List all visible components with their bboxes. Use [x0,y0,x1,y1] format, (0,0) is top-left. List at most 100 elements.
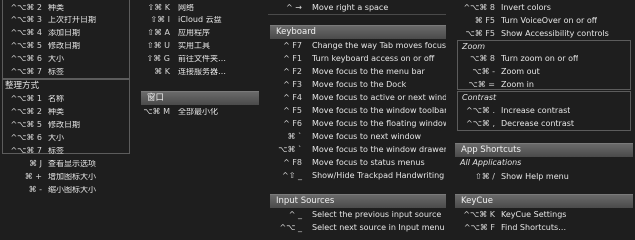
shortcut-label: Change the way Tab moves focus [312,41,446,50]
shortcut-label: 增加图标大小 [48,172,96,181]
shortcut-row[interactable]: ⇧⌘ I iCloud 云盘 [136,13,261,26]
window-section-header: 窗口 [141,91,259,105]
shortcut-label: Move focus to the floating window [312,119,446,128]
shortcut-row[interactable]: ^⌥⌘ 2 种类 [0,105,130,118]
shortcut-label: 缩小图标大小 [48,185,96,194]
shortcut-label: Select the previous input source [312,210,442,219]
shortcut-label: Show/Hide Trackpad Handwriting [312,171,445,180]
shortcut-keys: ^⌥⌘ 1 [10,93,42,103]
shortcut-row[interactable]: ^⌥⌘ 4 添加日期 [0,26,130,39]
shortcut-row[interactable]: ^ F1 Turn keyboard access on or off [268,52,448,65]
shortcut-row[interactable]: ⌘ ` Move focus to next window [268,130,448,143]
shortcut-keys: ^ F6 [283,118,302,128]
shortcut-row[interactable]: ^ F8 Move focus to status menus [268,156,448,169]
shortcut-label: Select next source in Input menu [312,223,445,232]
shortcut-row[interactable]: ^⌥⌘ , Decrease contrast [455,117,633,130]
shortcut-label: Zoom in [501,80,534,89]
shortcut-row[interactable]: ⇧⌘ G 前往文件夹… [136,52,261,65]
shortcut-row[interactable]: ^ → Move right a space [268,1,448,14]
shortcut-row[interactable]: ^⌥⌘ . Increase contrast [455,104,633,117]
shortcut-row[interactable]: ⇧⌘ A 应用程序 [136,26,261,39]
shortcut-keys: ^⌥⌘ 5 [10,119,42,129]
shortcut-row[interactable]: ⌥⌘ - Zoom out [455,65,633,78]
shortcut-keys: ⇧⌘ / [475,171,495,181]
shortcut-keys: ^⌥⌘ K [463,209,495,219]
shortcut-row[interactable]: ^⌥ _ Select next source in Input menu [268,221,448,234]
shortcut-row[interactable]: ⇧⌘ U 实用工具 [136,39,261,52]
shortcut-label: 实用工具 [178,41,210,50]
shortcut-row[interactable]: ⌥⌘ 8 Turn zoom on or off [455,52,633,65]
shortcut-keys: ^⌥ _ [279,222,302,232]
shortcut-row[interactable]: ^⌥⌘ 5 修改日期 [0,39,130,52]
shortcut-row[interactable]: ^ F5 Move focus to the window toolbar [268,104,448,117]
shortcut-row[interactable]: ⌘ F5 Turn VoiceOver on or off [455,14,633,27]
shortcut-row[interactable]: ⌘ J 查看显示选项 [0,157,130,170]
shortcut-keys: ⇧⌘ A [147,27,170,37]
shortcut-keys: ⌘ J [29,158,42,168]
shortcut-row[interactable]: ^⌥⌘ F Find Shortcuts… [455,221,633,234]
shortcut-keys: ⌘ F5 [474,15,495,25]
shortcut-keys: ⌥⌘ - [472,66,495,76]
shortcut-row[interactable]: ⌘ - 缩小图标大小 [0,183,130,196]
shortcut-row[interactable]: ^⌥⌘ 7 标签 [0,144,130,157]
shortcut-keys: ^⌥⌘ F [463,222,495,232]
shortcut-keys: ^ F1 [283,53,302,63]
shortcut-row[interactable]: ^ F6 Move focus to the floating window [268,117,448,130]
shortcut-row[interactable]: ^⌥⌘ 3 上次打开日期 [0,13,130,26]
shortcut-keys: ^⌥⌘ 4 [10,27,42,37]
shortcut-row[interactable]: ⌘ K 连接服务器… [136,65,261,78]
shortcut-row[interactable]: ^⌥⌘ 8 Invert colors [455,1,633,14]
shortcut-label: Move right a space [312,3,389,12]
keyboard-section-header: Keyboard [270,25,446,39]
app-shortcuts-section-header: App Shortcuts [455,143,633,157]
shortcut-row[interactable]: ⌥⌘ = Zoom in [455,78,633,91]
shortcut-label: Turn zoom on or off [501,54,579,63]
shortcut-keys: ^ F7 [283,40,302,50]
column-finder-view: ^⌥⌘ 2 种类 ^⌥⌘ 3 上次打开日期 ^⌥⌘ 4 添加日期 ^⌥⌘ 5 修… [0,0,130,240]
shortcut-keys: ^⌥⌘ 8 [463,2,495,12]
shortcut-row[interactable]: ^⌥⌘ 7 标签 [0,65,130,78]
shortcut-row[interactable]: ^ F7 Change the way Tab moves focus [268,39,448,52]
shortcut-keys: ^⌥⌘ 6 [10,132,42,142]
shortcut-row[interactable]: ^ F3 Move focus to the Dock [268,78,448,91]
shortcut-row[interactable]: ⌥⌘ ` Move focus to the window drawer [268,143,448,156]
shortcut-keys: ^ → [286,2,302,12]
shortcut-label: 修改日期 [48,41,80,50]
shortcut-label: iCloud 云盘 [178,15,222,24]
shortcut-row[interactable]: ^ F4 Move focus to active or next wind… [268,91,448,104]
shortcut-label: 标签 [48,146,64,155]
shortcut-row[interactable]: ^⌥⌘ 5 修改日期 [0,118,130,131]
column-go-menu: ⇧⌘ K 网络 ⇧⌘ I iCloud 云盘 ⇧⌘ A 应用程序 ⇧⌘ U 实用… [136,0,261,240]
shortcut-row[interactable]: ⌘ + 增加图标大小 [0,170,130,183]
shortcut-row[interactable]: ⇧⌘ / Show Help menu [455,170,633,183]
shortcut-label: 前往文件夹… [178,54,226,63]
shortcut-label: 大小 [48,133,64,142]
shortcut-keys: ^⌥⌘ 6 [10,53,42,63]
shortcut-row[interactable]: ⌥⌘ M 全部最小化 [136,105,261,118]
shortcut-label: 种类 [48,107,64,116]
divider [268,14,446,15]
shortcut-row[interactable]: ^⌥⌘ 6 大小 [0,52,130,65]
shortcut-keys: ^ F5 [283,105,302,115]
shortcut-keys: ⌘ - [28,184,42,194]
shortcut-row[interactable]: ⌥⌘ F5 Show Accessibility controls [455,27,633,40]
shortcut-keys: ^⌥⌘ 2 [10,2,42,12]
shortcut-label: Move focus to the window drawer [312,145,446,154]
shortcut-row[interactable]: ^⌥⌘ 6 大小 [0,131,130,144]
shortcut-label: 大小 [48,54,64,63]
shortcut-keys: ^ F3 [283,79,302,89]
all-applications-subheader: All Applications [460,158,522,167]
shortcut-row[interactable]: ^⇧ _ Show/Hide Trackpad Handwriting [268,169,448,182]
shortcut-keys: ⇧⌘ G [146,53,170,63]
column-keyboard: ^ → Move right a space Keyboard ^ F7 Cha… [268,0,448,240]
shortcut-row[interactable]: ^ _ Select the previous input source [268,208,448,221]
shortcut-keys: ⌘ + [24,171,42,181]
shortcut-label: Move focus to the Dock [312,80,407,89]
shortcut-row[interactable]: ^⌥⌘ 1 名称 [0,92,130,105]
shortcut-label: 连接服务器… [178,67,226,76]
shortcut-keys: ⇧⌘ K [147,2,171,12]
shortcut-row[interactable]: ^ F2 Move focus to the menu bar [268,65,448,78]
shortcut-label: Move focus to the window toolbar [312,106,446,115]
shortcut-label: Show Accessibility controls [501,29,609,38]
shortcut-row[interactable]: ^⌥⌘ K KeyCue Settings [455,208,633,221]
